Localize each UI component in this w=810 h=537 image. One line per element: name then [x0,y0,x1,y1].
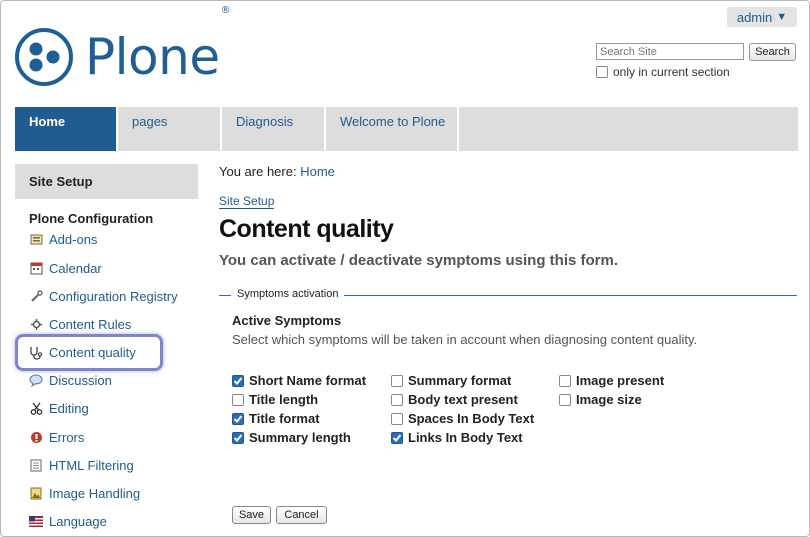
sidebar-item-label: Content Rules [49,317,132,332]
symptom-label: Title format [249,411,320,426]
sidebar-item-label: HTML Filtering [49,458,134,473]
sidebar-item-content-quality[interactable]: Content quality [29,345,136,360]
symptom-option[interactable]: Image present [559,373,664,388]
sidebar-item-label: Image Handling [49,486,141,501]
sidebar-item-label: Errors [49,430,85,445]
document-icon [29,459,43,473]
checkbox-unchecked[interactable] [232,393,244,406]
symptom-label: Links In Body Text [408,430,523,445]
flag-icon [29,515,43,529]
page-description: You can activate / deactivate symptoms u… [219,252,619,269]
stethoscope-icon [29,346,43,360]
symptom-label: Title length [249,392,319,407]
symptom-label: Body text present [408,392,518,407]
symptom-label: Spaces In Body Text [408,411,535,426]
checkbox-unchecked[interactable] [391,393,403,406]
sidebar-item-label: Editing [49,401,89,416]
sidebar-item-label: Calendar [49,261,102,276]
breadcrumb: You are here: Home [219,164,335,179]
symptom-label: Short Name format [249,373,367,388]
cancel-button[interactable]: Cancel [276,506,327,524]
image-icon [29,487,43,501]
checkbox-unchecked[interactable] [391,412,403,425]
checkbox-unchecked[interactable] [559,374,571,387]
admin-menu[interactable]: admin ▼ [727,7,797,27]
tab-home[interactable]: Home [15,107,118,151]
checkbox-unchecked[interactable] [391,374,403,387]
checkbox-checked[interactable] [232,412,244,425]
checkbox-checked[interactable] [232,431,244,444]
active-symptoms-help: Select which symptoms will be taken in a… [232,332,698,347]
sidebar-item-label: Content quality [49,345,136,360]
save-button[interactable]: Save [232,506,271,524]
symptom-label: Image present [576,373,665,388]
sidebar-item-add-ons[interactable]: Add-ons [29,232,97,247]
symptom-option[interactable]: Short Name format [232,373,366,388]
sidebar-item-label: Add-ons [49,232,98,247]
only-current-section[interactable]: only in current section [596,65,730,79]
sidebar-item-language[interactable]: Language [29,514,107,529]
search-input[interactable] [596,43,744,60]
symptom-label: Summary length [249,430,351,445]
scissors-icon [29,402,43,416]
sidebar-item-label: Language [49,514,107,529]
fieldset-legend: Symptoms activation [231,288,345,300]
only-current-label: only in current section [613,65,730,79]
only-current-checkbox[interactable] [596,66,608,78]
breadcrumb-prefix: You are here: [219,164,297,179]
symptom-label: Summary format [408,373,512,388]
sidebar-item-image-handling[interactable]: Image Handling [29,486,140,501]
sidebar-item-discussion[interactable]: Discussion [29,373,112,388]
speech-bubble-icon [29,374,43,388]
page: admin ▼ Plone® Search only in current se… [0,0,810,537]
site-setup-portlet-title[interactable]: Site Setup [15,164,198,199]
search-button[interactable]: Search [749,43,796,61]
error-icon [29,431,43,445]
sidebar-item-configuration-registry[interactable]: Configuration Registry [29,289,178,304]
registered-mark: ® [220,5,231,16]
checkbox-checked[interactable] [232,374,244,387]
breadcrumb-home-link[interactable]: Home [300,164,335,179]
sidebar-item-calendar[interactable]: Calendar [29,261,102,276]
symptom-option[interactable]: Spaces In Body Text [391,411,534,426]
sidebar-item-label: Discussion [49,373,112,388]
site-setup-link[interactable]: Site Setup [219,195,275,209]
sidebar-item-errors[interactable]: Errors [29,430,84,445]
plone-logo-icon [15,28,73,86]
caret-down-icon: ▼ [776,11,788,23]
logo-text: Plone® [85,5,231,86]
tab-pages[interactable]: pages [118,107,222,151]
page-title: Content quality [219,215,394,243]
addons-icon [29,233,43,247]
tab-diagnosis[interactable]: Diagnosis [222,107,326,151]
main-nav: Home pages Diagnosis Welcome to Plone [15,107,798,151]
active-symptoms-label: Active Symptoms [232,313,342,328]
symptom-option[interactable]: Title format [232,411,320,426]
admin-label: admin [736,9,773,25]
symptom-option[interactable]: Body text present [391,392,518,407]
symptom-label: Image size [576,392,642,407]
symptom-option[interactable]: Links In Body Text [391,430,523,445]
symptom-option[interactable]: Summary format [391,373,511,388]
symptom-option[interactable]: Title length [232,392,318,407]
checkbox-unchecked[interactable] [559,393,571,406]
content-rules-icon [29,318,43,332]
plone-logo[interactable]: Plone® [15,5,231,87]
checkbox-checked[interactable] [391,431,403,444]
tab-welcome-to-plone[interactable]: Welcome to Plone [326,107,459,151]
plone-configuration-heading: Plone Configuration [29,211,154,226]
sidebar-item-label: Configuration Registry [49,289,178,304]
symptom-option[interactable]: Summary length [232,430,351,445]
calendar-icon [29,262,43,276]
symptom-option[interactable]: Image size [559,392,642,407]
wrench-icon [29,290,43,304]
sidebar-item-editing[interactable]: Editing [29,401,89,416]
sidebar-item-content-rules[interactable]: Content Rules [29,317,131,332]
sidebar-item-html-filtering[interactable]: HTML Filtering [29,458,134,473]
